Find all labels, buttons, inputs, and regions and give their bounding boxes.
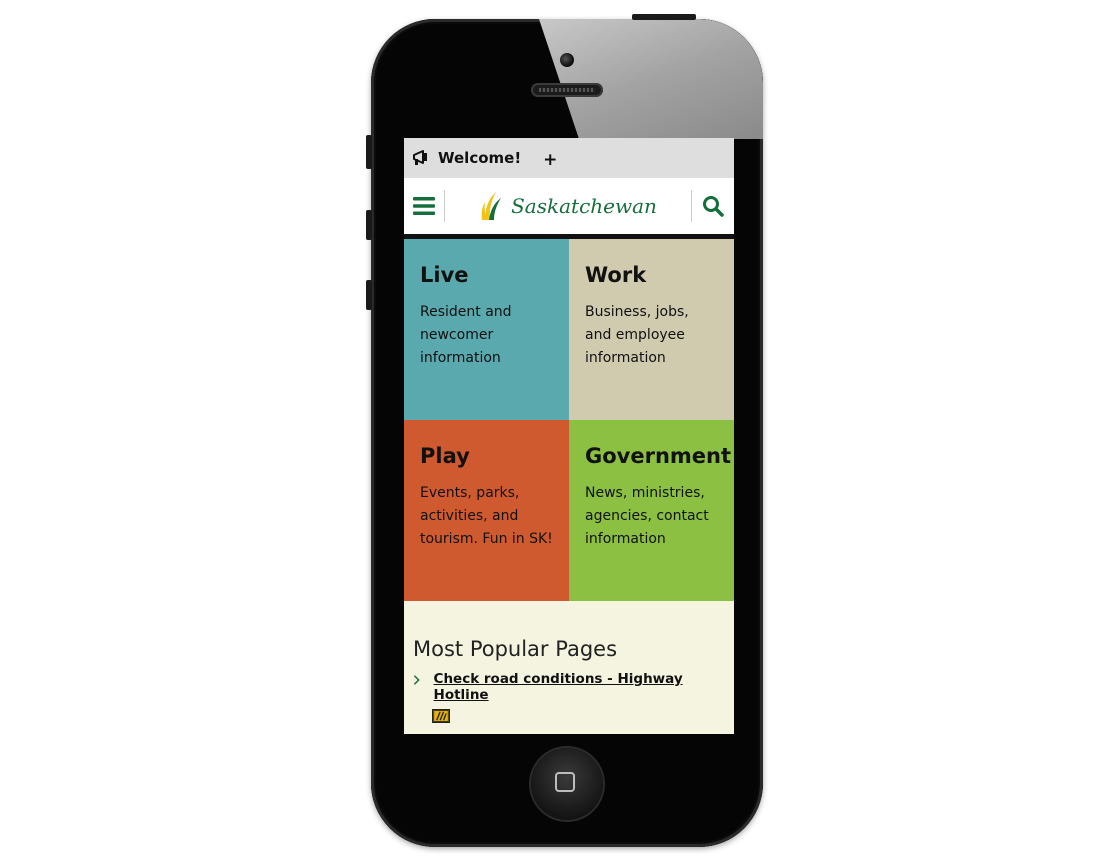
chevron-right-icon: [413, 675, 420, 685]
hamburger-menu-icon: [413, 197, 435, 215]
megaphone-icon: [413, 150, 427, 165]
tile-title: Work: [585, 263, 647, 287]
search-button[interactable]: [692, 178, 734, 234]
phone-volume-down: [366, 280, 372, 310]
tile-description: Resident and newcomer information: [420, 304, 512, 366]
phone-top-button: [632, 14, 696, 20]
tile-work[interactable]: Work Business, jobs, and employee inform…: [569, 239, 734, 420]
earpiece-speaker: [531, 83, 603, 97]
most-popular-section: Most Popular Pages Check road conditions…: [404, 601, 734, 734]
home-button[interactable]: [531, 748, 603, 820]
wheat-logo-icon: [481, 192, 502, 220]
welcome-label: Welcome!: [438, 149, 522, 167]
tile-government[interactable]: Government News, ministries, agencies, c…: [569, 420, 734, 601]
tile-title: Government: [585, 444, 732, 468]
menu-button[interactable]: [404, 178, 444, 234]
highway-hotline-icon[interactable]: [432, 709, 450, 723]
phone-volume-up: [366, 210, 372, 240]
tile-title: Live: [420, 263, 469, 287]
logo-text: Saskatchewan: [511, 194, 657, 218]
tile-description: Business, jobs, and employee information: [585, 304, 689, 366]
site-logo[interactable]: Saskatchewan: [445, 191, 691, 221]
welcome-banner[interactable]: Welcome! +: [404, 138, 734, 178]
tile-play[interactable]: Play Events, parks, activities, and tour…: [404, 420, 569, 601]
phone-mute-switch: [366, 135, 372, 169]
category-grid: Live Resident and newcomer information W…: [404, 239, 734, 601]
site-header: Saskatchewan: [404, 178, 734, 239]
expand-banner-button[interactable]: +: [543, 150, 557, 170]
highway-hotline-link[interactable]: Check road conditions - Highway Hotline: [434, 671, 724, 703]
search-icon: [703, 196, 724, 217]
tile-live[interactable]: Live Resident and newcomer information: [404, 239, 569, 420]
tile-title: Play: [420, 444, 470, 468]
section-title: Most Popular Pages: [413, 637, 618, 661]
tile-description: Events, parks, activities, and tourism. …: [420, 485, 553, 547]
front-camera: [560, 53, 574, 67]
phone-screen: Welcome! + Saskatchewan Live Resident an…: [404, 138, 734, 734]
list-item: Check road conditions - Highway Hotline: [413, 671, 724, 703]
phone-glare: [539, 19, 763, 139]
tile-description: News, ministries, agencies, contact info…: [585, 485, 709, 547]
